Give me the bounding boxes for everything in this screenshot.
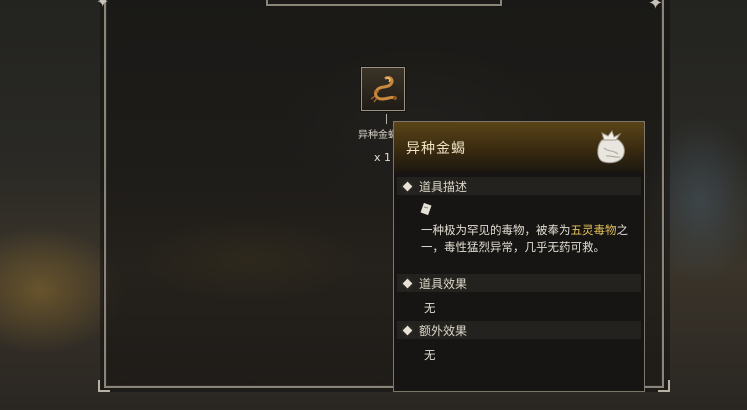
diamond-bullet-icon	[401, 277, 414, 290]
frame-corner-ornament	[98, 380, 110, 392]
diamond-bullet-icon	[401, 180, 414, 193]
section-label: 道具效果	[419, 277, 468, 291]
section-description-header: 道具描述	[397, 177, 641, 195]
scroll-note-icon	[420, 202, 432, 216]
section-label: 道具描述	[419, 180, 468, 194]
tooltip-title: 异种金蝎	[406, 141, 466, 157]
section-label: 额外效果	[419, 324, 468, 338]
item-count: x 1	[374, 151, 392, 164]
item-pouch-icon	[597, 129, 625, 164]
section-extra-effect-header: 额外效果	[397, 321, 641, 339]
item-slot[interactable]	[361, 67, 405, 111]
item-description: 一种极为罕见的毒物，被奉为五灵毒物之一，毒性猛烈异常，几乎无药可救。	[421, 222, 643, 256]
frame-corner-ornament	[658, 380, 670, 392]
panel-title-tab	[266, 0, 502, 6]
description-text-start: 一种极为罕见的毒物，被奉为	[421, 223, 571, 237]
section-effect-header: 道具效果	[397, 274, 641, 292]
close-icon[interactable]: ✦	[648, 0, 663, 13]
tooltip-header: 异种金蝎	[394, 122, 644, 172]
diamond-bullet-icon	[401, 324, 414, 337]
item-tooltip: 异种金蝎 道具描述 一种极为罕见的毒物，被奉为五灵毒物之一，毒性猛烈异常，几乎无…	[393, 121, 645, 392]
effect-value: 无	[424, 301, 436, 315]
item-pointer-line	[386, 114, 387, 124]
golden-scorpion-icon	[370, 76, 397, 103]
description-highlight: 五灵毒物	[570, 223, 617, 237]
frame-ornament-icon: ✦	[96, 0, 110, 11]
extra-effect-value: 无	[424, 348, 436, 362]
